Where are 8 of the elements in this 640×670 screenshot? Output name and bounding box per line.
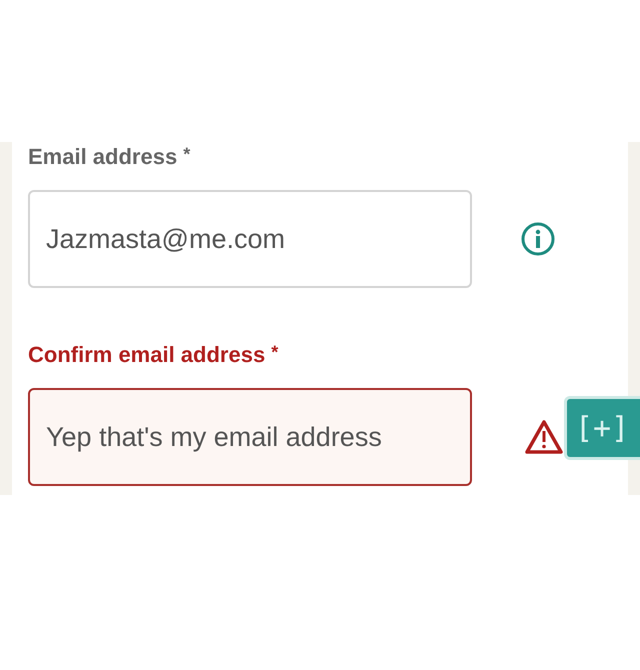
warning-icon bbox=[524, 419, 564, 455]
field-label: Confirm email address bbox=[28, 342, 266, 368]
info-icon[interactable] bbox=[520, 221, 556, 257]
required-mark: * bbox=[271, 342, 278, 363]
input-field[interactable]: Yep that's my email address bbox=[28, 388, 472, 486]
input-field[interactable]: Jazmasta@me.com bbox=[28, 190, 472, 288]
field-label: Email address bbox=[28, 144, 178, 170]
required-mark: * bbox=[183, 144, 190, 165]
